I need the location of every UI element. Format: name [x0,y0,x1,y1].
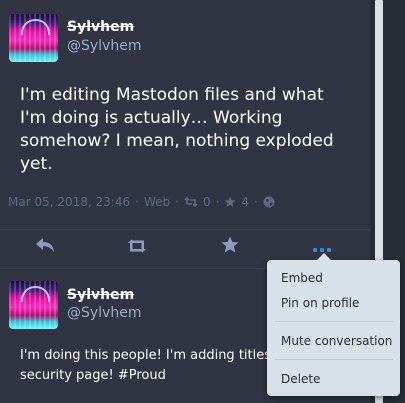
meta-separator: · [175,195,179,209]
fav-count: 4 [241,195,250,209]
avatar[interactable] [9,281,58,329]
status-action-bar [0,230,370,264]
menu-item-embed[interactable]: Embed [281,271,323,285]
meta-separator: · [254,195,258,209]
fav-count-icon [224,196,236,208]
reply-icon [35,237,55,257]
globe-icon [263,196,275,208]
menu-item-pin[interactable]: Pin on profile [281,296,359,310]
display-name[interactable]: Sylvhem [67,287,134,303]
status-dropdown-menu: Embed Pin on profile Mute conversation D… [267,253,400,396]
reply-button[interactable] [30,232,60,262]
display-name[interactable]: Sylvhem [67,19,134,35]
application-name[interactable]: Web [144,195,170,209]
status-meta: Mar 05, 2018, 23:46 · Web · 0 · 4 · [8,193,275,211]
meta-separator: · [215,195,220,209]
star-icon [221,236,239,257]
boost-button[interactable] [122,232,152,262]
retweet-icon [127,238,147,257]
avatar[interactable] [9,14,58,62]
meta-separator: · [135,195,139,209]
account-handle[interactable]: @Sylvhem [67,305,141,321]
boost-count-icon [184,197,198,207]
menu-item-delete[interactable]: Delete [281,372,320,386]
status-content: I'm editing Mastodon files and what I'm … [20,85,334,174]
boost-count: 0 [202,195,211,209]
favourite-button[interactable] [215,231,245,261]
menu-separator [275,359,393,360]
account-handle[interactable]: @Sylvhem [67,38,141,54]
menu-separator [275,321,393,322]
timestamp[interactable]: Mar 05, 2018, 23:46 [8,195,130,209]
menu-item-mute-conversation[interactable]: Mute conversation [281,334,392,348]
